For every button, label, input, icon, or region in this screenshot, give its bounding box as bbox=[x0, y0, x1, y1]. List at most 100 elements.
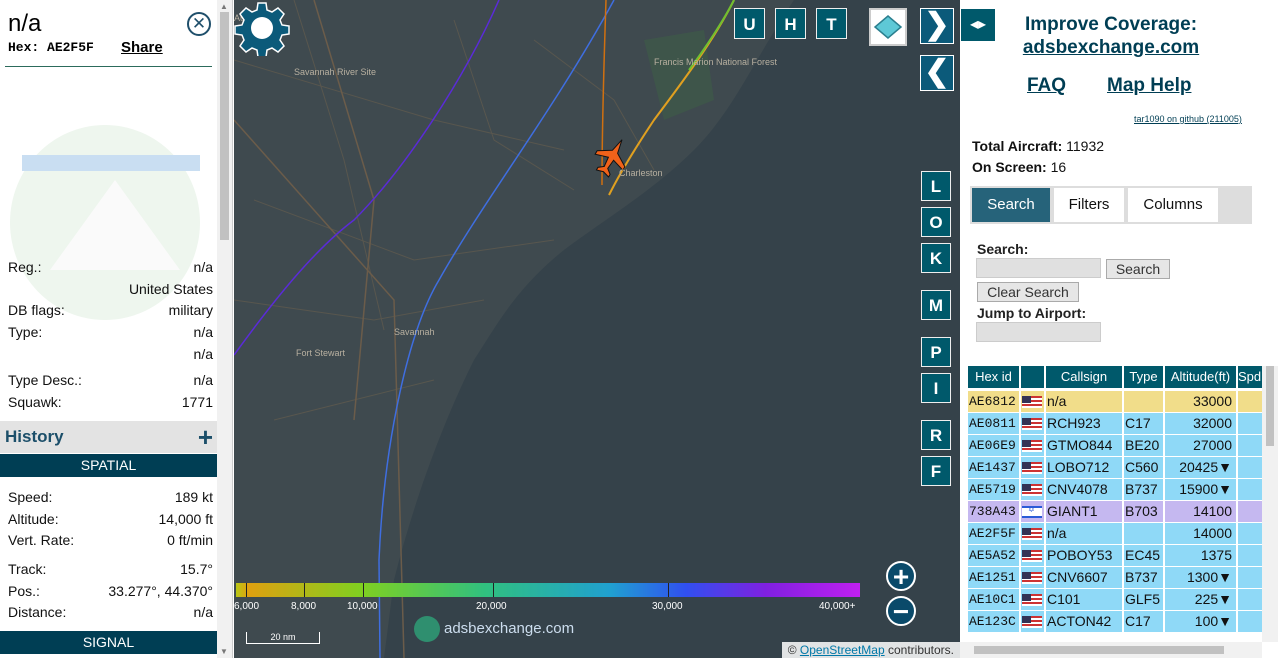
scroll-thumb[interactable] bbox=[1266, 366, 1274, 446]
scroll-thumb[interactable] bbox=[220, 12, 229, 240]
cell-altitude: 1300▼ bbox=[1186, 569, 1232, 585]
map-view[interactable]: Augusta Savannah River Site Francis Mari… bbox=[234, 0, 960, 658]
search-button[interactable]: Search bbox=[1106, 259, 1170, 279]
table-row[interactable]: AE5A52 POBOY53 EC45 1375 bbox=[968, 545, 1263, 567]
detail-key: Type Desc.: bbox=[8, 372, 82, 388]
spatial-section-header[interactable]: SPATIAL bbox=[0, 454, 217, 477]
cell-bg bbox=[1238, 501, 1263, 522]
tab-filters[interactable]: Filters bbox=[1054, 188, 1124, 222]
map-canvas[interactable]: Augusta Savannah River Site Francis Mari… bbox=[234, 0, 960, 658]
view-button-u[interactable]: U bbox=[734, 8, 765, 39]
cell-callsign: n/a bbox=[1047, 393, 1067, 409]
col-type[interactable]: Type bbox=[1124, 366, 1163, 388]
us-flag-icon bbox=[1022, 616, 1042, 628]
tab-bar: Search Filters Columns bbox=[970, 186, 1252, 224]
cell-hex: AE10C1 bbox=[969, 592, 1016, 607]
side-button-o[interactable]: O bbox=[921, 207, 951, 237]
detail-value: United States bbox=[128, 281, 213, 297]
detail-key: Type: bbox=[8, 324, 43, 340]
table-row[interactable]: AE1251 CNV6607 B737 1300▼ bbox=[968, 567, 1263, 589]
airport-input[interactable] bbox=[976, 322, 1101, 342]
settings-gear-icon[interactable] bbox=[234, 0, 290, 56]
toggle-sidebar-button[interactable]: ◂▸ bbox=[960, 8, 996, 42]
scroll-down-icon[interactable]: ▼ bbox=[220, 647, 228, 656]
view-button-h[interactable]: H bbox=[775, 8, 806, 39]
place-francis-marion: Francis Marion National Forest bbox=[654, 57, 778, 67]
onscreen-label: On Screen: bbox=[972, 159, 1047, 175]
signal-section-header[interactable]: SIGNAL bbox=[0, 631, 217, 654]
us-flag-icon bbox=[1022, 440, 1042, 452]
map-attribution: © OpenStreetMap contributors. bbox=[781, 642, 960, 658]
table-horizontal-scrollbar[interactable] bbox=[960, 642, 1262, 658]
detail-value: n/a bbox=[193, 372, 213, 388]
table-row[interactable]: AE123C ACTON42 C17 100▼ bbox=[968, 611, 1263, 633]
cell-bg bbox=[1238, 589, 1263, 610]
detail-value: military bbox=[168, 302, 213, 318]
side-button-l[interactable]: L bbox=[921, 171, 951, 201]
spatial-value: 33.277°, 44.370° bbox=[108, 583, 213, 599]
osm-link[interactable]: OpenStreetMap bbox=[800, 643, 885, 657]
table-row[interactable]: AE6812 n/a 33000 bbox=[968, 391, 1263, 413]
detail-value: n/a bbox=[193, 259, 213, 275]
table-row[interactable]: AE1437 LOBO712 C560 20425▼ bbox=[968, 457, 1263, 479]
zoom-in-button[interactable]: + bbox=[886, 561, 916, 591]
search-input[interactable] bbox=[976, 258, 1101, 278]
side-button-p[interactable]: P bbox=[921, 337, 951, 367]
scroll-thumb[interactable] bbox=[974, 646, 1224, 654]
col-altitude[interactable]: Altitude(ft) bbox=[1165, 366, 1236, 388]
zoom-out-button[interactable]: − bbox=[886, 596, 916, 626]
coverage-link[interactable]: Improve Coverage: adsbexchange.com bbox=[1000, 14, 1222, 59]
cell-altitude: 27000 bbox=[1193, 437, 1232, 453]
faq-link[interactable]: FAQ bbox=[1027, 75, 1066, 97]
spatial-value: 15.7° bbox=[180, 561, 213, 577]
scroll-up-icon[interactable]: ▲ bbox=[220, 2, 228, 11]
side-button-k[interactable]: K bbox=[921, 243, 951, 273]
prev-aircraft-button[interactable]: ❮ bbox=[920, 55, 954, 91]
cell-callsign: ACTON42 bbox=[1047, 613, 1112, 629]
divider bbox=[5, 66, 212, 67]
table-row[interactable]: 738A43 GIANT1 B703 14100 bbox=[968, 501, 1263, 523]
clear-search-button[interactable]: Clear Search bbox=[977, 282, 1079, 302]
table-vertical-scrollbar[interactable] bbox=[1262, 366, 1278, 642]
col-flag[interactable] bbox=[1021, 366, 1044, 388]
share-link[interactable]: Share bbox=[121, 39, 163, 56]
cell-type bbox=[1124, 391, 1163, 412]
layers-button[interactable] bbox=[869, 8, 907, 46]
table-row[interactable]: AE5719 CNV4078 B737 15900▼ bbox=[968, 479, 1263, 501]
side-button-i[interactable]: I bbox=[921, 373, 951, 403]
table-row[interactable]: AE2F5F n/a 14000 bbox=[968, 523, 1263, 545]
tab-columns[interactable]: Columns bbox=[1128, 188, 1218, 222]
cell-bg bbox=[1238, 567, 1263, 588]
tab-search[interactable]: Search bbox=[972, 188, 1050, 222]
cell-hex: AE2F5F bbox=[969, 526, 1016, 541]
us-flag-icon bbox=[1022, 528, 1042, 540]
cell-bg bbox=[1238, 523, 1263, 544]
history-header[interactable]: History + bbox=[0, 421, 218, 453]
version-link[interactable]: tar1090 on github (211005) bbox=[1134, 114, 1242, 124]
side-button-f[interactable]: F bbox=[921, 456, 951, 486]
close-icon[interactable]: ✕ bbox=[187, 12, 211, 36]
table-row[interactable]: AE0811 RCH923 C17 32000 bbox=[968, 413, 1263, 435]
coverage-site-link[interactable]: adsbexchange.com bbox=[1000, 37, 1222, 59]
table-row[interactable]: AE06E9 GTMO844 BE20 27000 bbox=[968, 435, 1263, 457]
col-speed[interactable]: Spd bbox=[1238, 366, 1263, 388]
map-help-link[interactable]: Map Help bbox=[1107, 75, 1191, 97]
view-button-t[interactable]: T bbox=[816, 8, 847, 39]
cell-type: BE20 bbox=[1125, 437, 1160, 453]
next-aircraft-button[interactable]: ❯ bbox=[920, 8, 954, 44]
cell-bg bbox=[1238, 391, 1263, 412]
col-hex[interactable]: Hex id bbox=[968, 366, 1019, 388]
coverage-text: Improve Coverage: bbox=[1024, 14, 1198, 35]
col-callsign[interactable]: Callsign bbox=[1046, 366, 1122, 388]
cell-callsign: RCH923 bbox=[1047, 415, 1101, 431]
legend-label: 40,000+ bbox=[819, 601, 856, 612]
left-panel-scrollbar[interactable]: ▲ ▼ bbox=[217, 0, 232, 658]
spatial-key: Track: bbox=[8, 561, 47, 577]
side-button-m[interactable]: M bbox=[921, 290, 951, 320]
expand-plus-icon[interactable]: + bbox=[198, 422, 213, 453]
cell-bg bbox=[1238, 457, 1263, 478]
side-button-r[interactable]: R bbox=[921, 420, 951, 450]
place-fort-stewart: Fort Stewart bbox=[296, 348, 346, 358]
table-row[interactable]: AE10C1 C101 GLF5 225▼ bbox=[968, 589, 1263, 611]
cell-hex: AE123C bbox=[969, 614, 1016, 629]
